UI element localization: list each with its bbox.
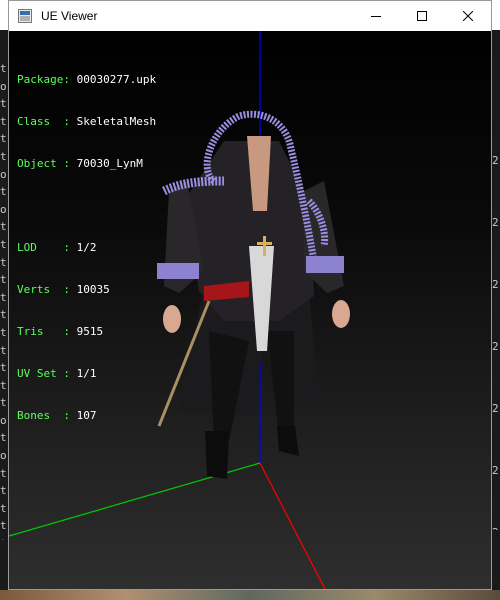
ue-viewer-window: UE Viewer Package: 00030277.upk Class: … [8,0,492,590]
background-console-text-left: t o t t t t o t o t t t t t t t t t t t … [0,62,7,540]
class-value: SkeletalMesh [76,115,157,128]
verts-value: 10035 [76,283,110,296]
ue-app-icon [17,8,33,24]
minimize-button[interactable] [353,1,399,31]
object-label: Object : [17,157,77,170]
package-label: Package: [17,73,77,86]
info-uvset-row: UV Set : 1/1 [17,367,156,381]
info-tris-row: Tris : 9515 [17,325,156,339]
tris-value: 9515 [76,325,104,338]
info-object-row: Object : 70030_LynM [17,157,156,171]
desktop-bottom-strip [0,590,500,600]
info-package-row: Package: 00030277.upk [17,73,156,87]
close-icon [463,11,473,21]
uvset-label: UV Set : [17,367,77,380]
info-lod-row: LOD : 1/2 [17,241,156,255]
tris-label: Tris : [17,325,77,338]
class-label: Class : [17,115,77,128]
window-title: UE Viewer [41,9,98,23]
bones-label: Bones : [17,409,77,422]
3d-viewport[interactable]: Package: 00030277.upk Class : SkeletalMe… [9,31,491,589]
title-bar[interactable]: UE Viewer [9,1,491,31]
maximize-button[interactable] [399,1,445,31]
lod-value: 1/2 [76,241,97,254]
character-mesh [157,110,350,479]
mesh-info-overlay: Package: 00030277.upk Class : SkeletalMe… [17,45,156,451]
verts-label: Verts : [17,283,77,296]
lod-label: LOD : [17,241,77,254]
uvset-value: 1/1 [76,367,97,380]
object-value: 70030_LynM [76,157,143,170]
maximize-icon [417,11,427,21]
close-button[interactable] [445,1,491,31]
info-class-row: Class : SkeletalMesh [17,115,156,129]
package-value: 00030277.upk [76,73,157,86]
minimize-icon [371,16,381,17]
bones-value: 107 [76,409,97,422]
info-verts-row: Verts : 10035 [17,283,156,297]
info-bones-row: Bones : 107 [17,409,156,423]
background-console-text-right: 2 2 2 2 2 2 2 [492,154,499,530]
info-spacer [17,199,156,213]
x-axis-line [259,462,326,589]
